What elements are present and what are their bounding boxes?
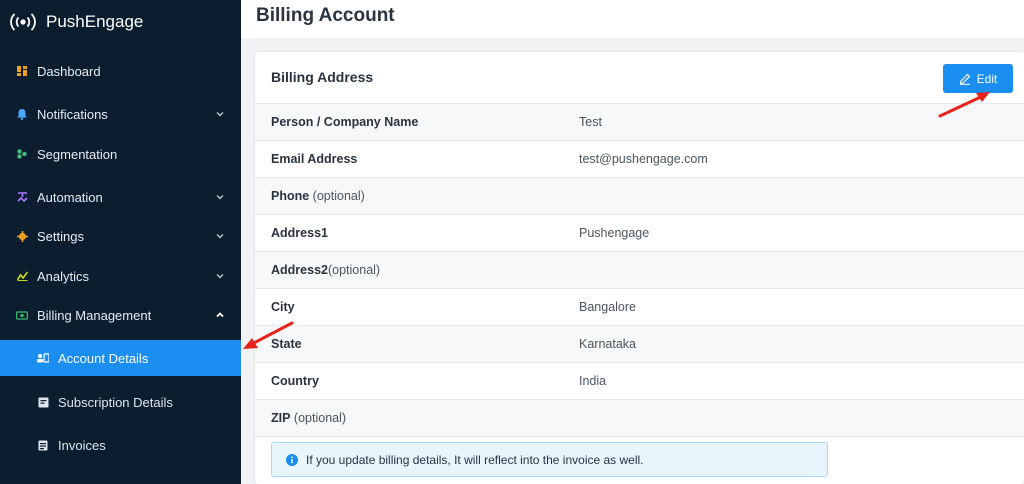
sidebar-item-label: Analytics <box>37 268 90 284</box>
table-row: Email Address test@pushengage.com <box>255 141 1024 178</box>
sidebar-subitem-invoices[interactable]: Invoices <box>0 427 241 463</box>
sidebar-item-label: Segmentation <box>37 146 118 162</box>
chevron-down-icon <box>216 233 224 239</box>
sidebar-subitem-account-details[interactable]: Account Details <box>0 340 241 376</box>
invoice-icon <box>37 439 49 451</box>
subscription-icon <box>37 396 49 408</box>
sidebar-subitem-label: Subscription Details <box>58 394 173 410</box>
page-title: Billing Account <box>256 5 395 26</box>
automation-icon <box>16 191 28 203</box>
dashboard-icon <box>16 65 28 77</box>
sidebar-item-label: Automation <box>37 189 103 205</box>
table-row: Phone (optional) <box>255 178 1024 215</box>
sidebar-item-analytics[interactable]: Analytics <box>0 258 241 294</box>
row-label: Country <box>271 374 319 388</box>
row-value: Karnataka <box>579 337 636 351</box>
table-row: State Karnataka <box>255 326 1024 363</box>
chevron-down-icon <box>216 194 224 200</box>
row-label: Phone <box>271 189 310 203</box>
table-row: Address1 Pushengage <box>255 215 1024 252</box>
edit-button-label: Edit <box>976 71 998 86</box>
sidebar-item-label: Billing Management <box>37 307 152 323</box>
sidebar-item-label: Settings <box>37 228 84 244</box>
sidebar-item-notifications[interactable]: Notifications <box>0 96 241 132</box>
row-label: Person / Company Name <box>271 115 419 129</box>
info-alert: If you update billing details, It will r… <box>271 442 828 477</box>
sidebar-item-automation[interactable]: Automation <box>0 179 241 215</box>
row-optional: (optional) <box>327 263 381 277</box>
brand[interactable]: PushEngage <box>10 8 143 36</box>
sidebar-item-settings[interactable]: Settings <box>0 218 241 254</box>
sidebar-item-segmentation[interactable]: Segmentation <box>0 136 241 172</box>
row-optional: (optional) <box>309 189 365 203</box>
table-row: City Bangalore <box>255 289 1024 326</box>
chevron-up-icon <box>216 312 224 318</box>
broadcast-icon <box>10 13 36 31</box>
row-label: City <box>271 300 295 314</box>
sidebar-subitem-label: Invoices <box>58 437 106 453</box>
row-label: Address1 <box>271 226 328 240</box>
info-text: If you update billing details, It will r… <box>306 452 644 467</box>
gear-icon <box>16 230 28 242</box>
table-row: Person / Company Name Test <box>255 104 1024 141</box>
brand-name: PushEngage <box>46 12 144 31</box>
account-card-icon <box>37 352 49 364</box>
segmentation-icon <box>16 148 28 160</box>
table-row: Country India <box>255 363 1024 400</box>
bell-icon <box>16 108 28 120</box>
main-content: Billing Account Billing Address Edit Per… <box>241 0 1024 484</box>
row-label: ZIP <box>271 411 291 425</box>
sidebar-item-dashboard[interactable]: Dashboard <box>0 53 241 89</box>
table-row: ZIP (optional) <box>255 400 1024 437</box>
sidebar-subitem-subscription-details[interactable]: Subscription Details <box>0 384 241 420</box>
billing-address-card: Billing Address Edit Person / Company Na… <box>255 52 1024 484</box>
chevron-down-icon <box>216 273 224 279</box>
row-label: Email Address <box>271 152 358 166</box>
row-label: Address2 <box>271 263 328 277</box>
sidebar: PushEngage Dashboard Notifications Segme… <box>0 0 241 484</box>
sidebar-item-label: Notifications <box>37 106 108 122</box>
sidebar-subitem-label: Account Details <box>58 350 149 366</box>
card-header: Billing Address Edit <box>255 52 1024 104</box>
pencil-icon <box>959 73 971 85</box>
row-value: Pushengage <box>579 226 650 240</box>
row-value: test@pushengage.com <box>579 152 708 166</box>
annotation-arrow <box>938 92 990 118</box>
info-icon <box>286 453 298 466</box>
table-row: Address2(optional) <box>255 252 1024 289</box>
row-optional: (optional) <box>290 411 347 425</box>
billing-icon <box>16 309 28 321</box>
chevron-down-icon <box>216 111 224 117</box>
sidebar-item-billing-management[interactable]: Billing Management <box>0 297 241 333</box>
analytics-icon <box>16 270 28 282</box>
row-value: Bangalore <box>579 300 636 314</box>
annotation-arrow <box>243 321 294 349</box>
row-value: India <box>579 374 607 388</box>
row-value: Test <box>579 115 602 129</box>
card-title: Billing Address <box>271 69 374 85</box>
sidebar-item-label: Dashboard <box>37 63 101 79</box>
